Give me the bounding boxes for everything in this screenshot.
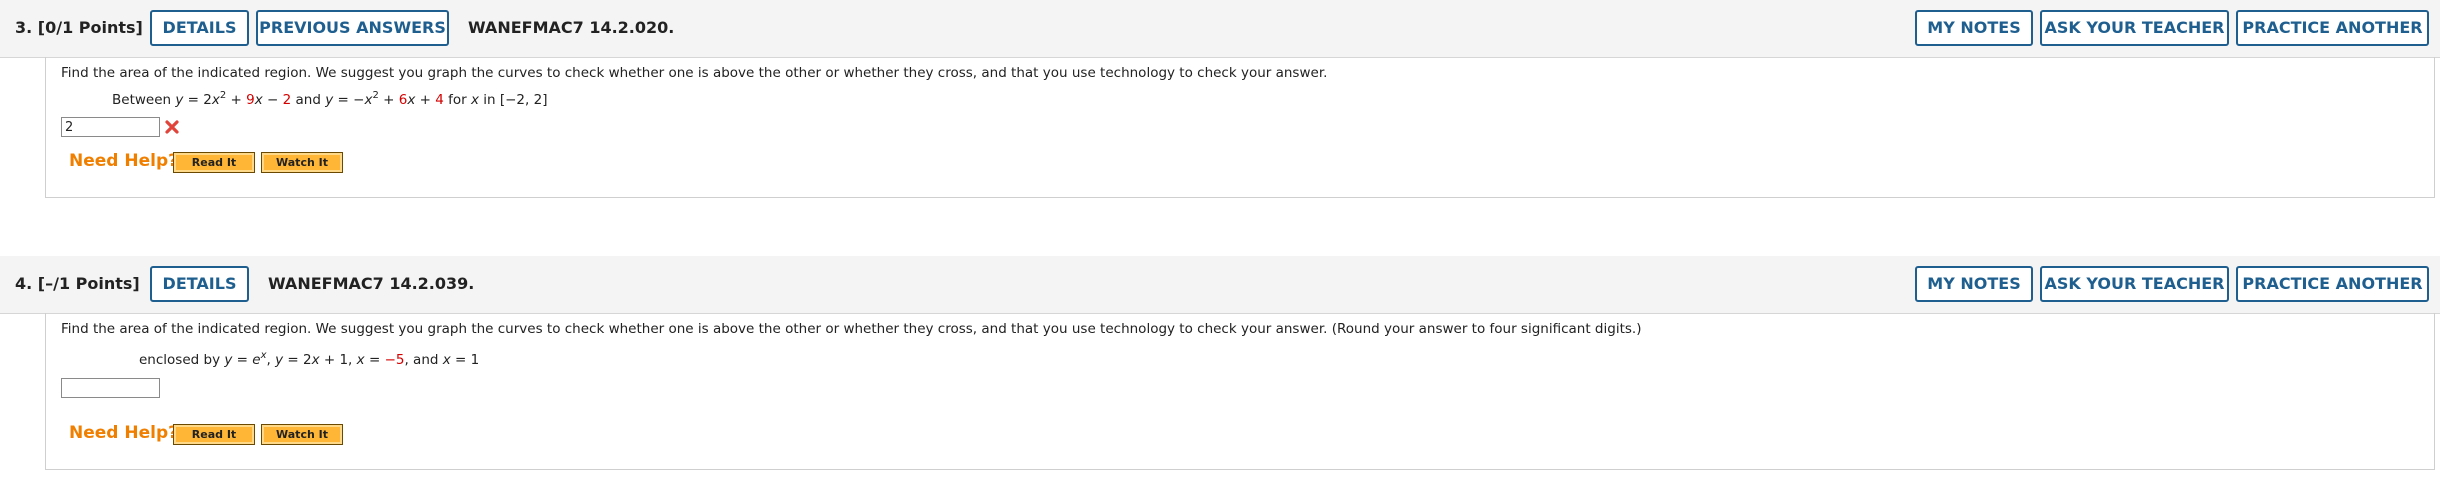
question-body: Find the area of the indicated region. W…: [45, 57, 2435, 198]
previous-answers-button[interactable]: PREVIOUS ANSWERS: [256, 10, 449, 46]
my-notes-button[interactable]: MY NOTES: [1915, 266, 2033, 302]
ask-your-teacher-button[interactable]: ASK YOUR TEACHER: [2040, 266, 2229, 302]
question-body: Find the area of the indicated region. W…: [45, 313, 2435, 470]
read-it-button[interactable]: Read It: [173, 152, 255, 173]
answer-input[interactable]: [61, 117, 160, 137]
question-prompt: Find the area of the indicated region. W…: [61, 65, 1328, 81]
need-help-label: Need Help?: [69, 423, 178, 443]
incorrect-x-icon: [165, 120, 179, 134]
practice-another-button[interactable]: PRACTICE ANOTHER: [2236, 266, 2429, 302]
equation: enclosed by y = ex, y = 2x + 1, x = −5, …: [139, 350, 480, 369]
practice-another-button[interactable]: PRACTICE ANOTHER: [2236, 10, 2429, 46]
question-prompt: Find the area of the indicated region. W…: [61, 321, 1642, 337]
question-number: 4. [–/1 Points]: [15, 274, 140, 293]
ask-your-teacher-button[interactable]: ASK YOUR TEACHER: [2040, 10, 2229, 46]
question-number: 3. [0/1 Points]: [15, 18, 143, 37]
question-header: 4. [–/1 Points] DETAILS WANEFMAC7 14.2.0…: [0, 256, 2440, 314]
assignment-code: WANEFMAC7 14.2.020.: [468, 18, 675, 37]
watch-it-button[interactable]: Watch It: [261, 424, 343, 445]
question-header: 3. [0/1 Points] DETAILS PREVIOUS ANSWERS…: [0, 0, 2440, 58]
read-it-button[interactable]: Read It: [173, 424, 255, 445]
answer-input[interactable]: [61, 378, 160, 398]
watch-it-button[interactable]: Watch It: [261, 152, 343, 173]
assignment-code: WANEFMAC7 14.2.039.: [268, 274, 475, 293]
details-button[interactable]: DETAILS: [150, 10, 249, 46]
details-button[interactable]: DETAILS: [150, 266, 249, 302]
my-notes-button[interactable]: MY NOTES: [1915, 10, 2033, 46]
need-help-label: Need Help?: [69, 151, 178, 171]
equation: Between y = 2x2 + 9x − 2 and y = −x2 + 6…: [112, 90, 548, 109]
